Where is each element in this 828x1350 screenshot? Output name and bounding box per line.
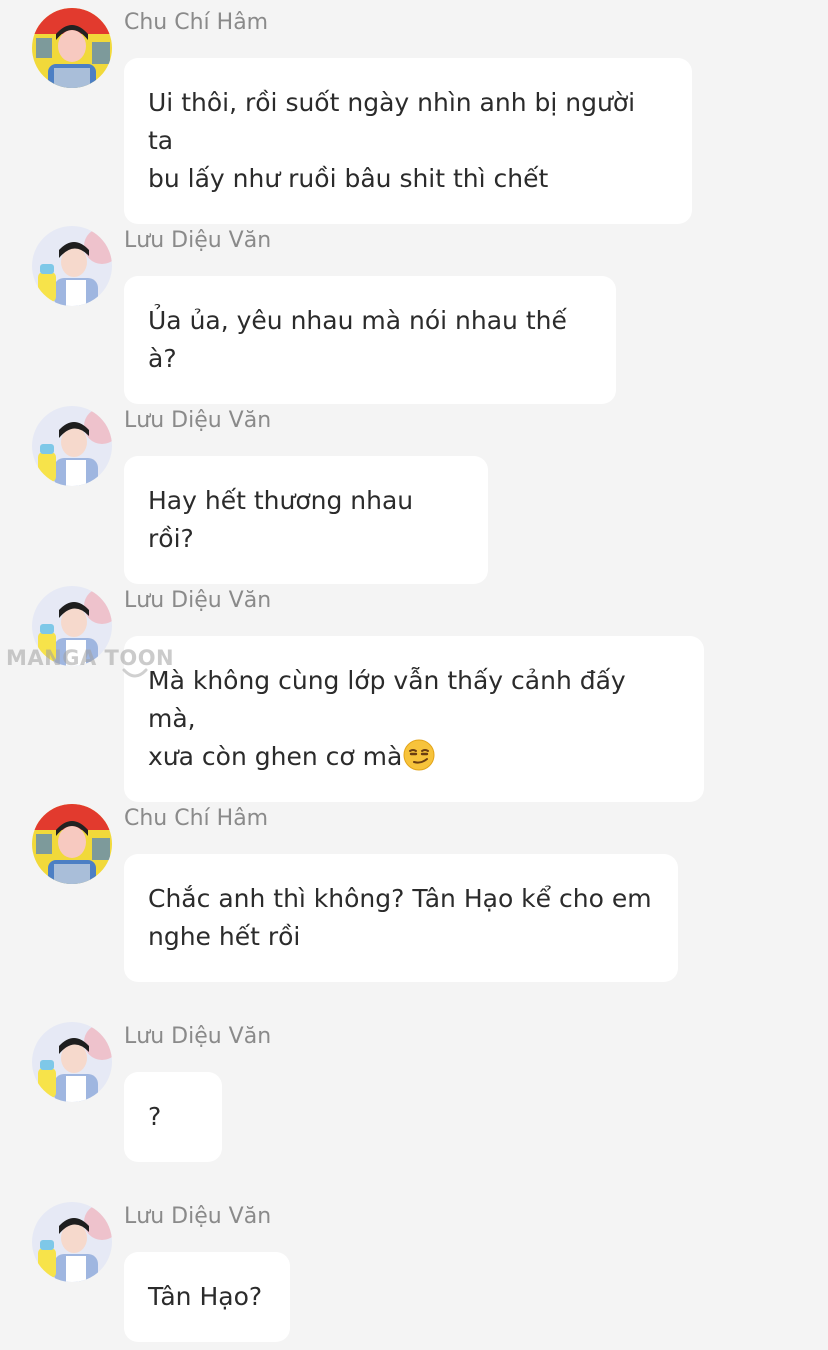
message-text-line: bu lấy như ruồi bâu shit thì chết bbox=[148, 160, 668, 198]
sender-name: Lưu Diệu Văn bbox=[124, 588, 272, 613]
avatar[interactable] bbox=[32, 1202, 112, 1282]
message-text: Ui thôi, rồi suốt ngày nhìn anh bị người… bbox=[148, 88, 636, 155]
smirking-face-icon bbox=[403, 739, 435, 771]
message-text: Mà không cùng lớp vẫn thấy cảnh đấy mà, bbox=[148, 666, 626, 733]
message-text: Hay hết thương nhau rồi? bbox=[148, 486, 414, 553]
sender-name: Lưu Diệu Văn bbox=[124, 1024, 272, 1049]
avatar[interactable] bbox=[32, 406, 112, 486]
sender-name: Chu Chí Hâm bbox=[124, 806, 269, 831]
message-text: Tân Hạo? bbox=[148, 1282, 263, 1311]
avatar[interactable] bbox=[32, 1022, 112, 1102]
message-text-line: Chắc anh thì không? Tân Hạo kể cho em bbox=[148, 880, 654, 918]
sender-name: Lưu Diệu Văn bbox=[124, 1204, 272, 1229]
message-text-line: Mà không cùng lớp vẫn thấy cảnh đấy mà, bbox=[148, 662, 680, 738]
message-text-line: Tân Hạo? bbox=[148, 1278, 266, 1316]
avatar[interactable] bbox=[32, 8, 112, 88]
sender-name: Lưu Diệu Văn bbox=[124, 408, 272, 433]
message-bubble[interactable]: ? bbox=[124, 1072, 222, 1162]
message-text-line: ? bbox=[148, 1098, 198, 1136]
message-bubble[interactable]: Ủa ủa, yêu nhau mà nói nhau thế à? bbox=[124, 276, 616, 404]
sender-name: Chu Chí Hâm bbox=[124, 10, 269, 35]
message-bubble[interactable]: Mà không cùng lớp vẫn thấy cảnh đấy mà, x… bbox=[124, 636, 704, 802]
message-bubble[interactable]: Hay hết thương nhau rồi? bbox=[124, 456, 488, 584]
avatar[interactable] bbox=[32, 226, 112, 306]
message-text-line: Hay hết thương nhau rồi? bbox=[148, 482, 464, 558]
message-text: bu lấy như ruồi bâu shit thì chết bbox=[148, 164, 549, 193]
message-text-line: Ủa ủa, yêu nhau mà nói nhau thế à? bbox=[148, 302, 592, 378]
message-text-line: Ui thôi, rồi suốt ngày nhìn anh bị người… bbox=[148, 84, 668, 160]
message-text-line: xưa còn ghen cơ mà bbox=[148, 738, 680, 776]
sender-name: Lưu Diệu Văn bbox=[124, 228, 272, 253]
watermark: MANGA TOON bbox=[6, 646, 175, 670]
message-text: Ủa ủa, yêu nhau mà nói nhau thế à? bbox=[148, 306, 567, 373]
message-bubble[interactable]: Ui thôi, rồi suốt ngày nhìn anh bị người… bbox=[124, 58, 692, 224]
message-text: ? bbox=[148, 1102, 162, 1131]
message-bubble[interactable]: Chắc anh thì không? Tân Hạo kể cho em ngh… bbox=[124, 854, 678, 982]
message-text-line: nghe hết rồi bbox=[148, 918, 654, 956]
message-text: xưa còn ghen cơ mà bbox=[148, 742, 403, 771]
watermark-smile-icon bbox=[122, 668, 148, 678]
message-text: nghe hết rồi bbox=[148, 922, 301, 951]
avatar[interactable] bbox=[32, 804, 112, 884]
message-text: Chắc anh thì không? Tân Hạo kể cho em bbox=[148, 884, 652, 913]
message-bubble[interactable]: Tân Hạo? bbox=[124, 1252, 290, 1342]
